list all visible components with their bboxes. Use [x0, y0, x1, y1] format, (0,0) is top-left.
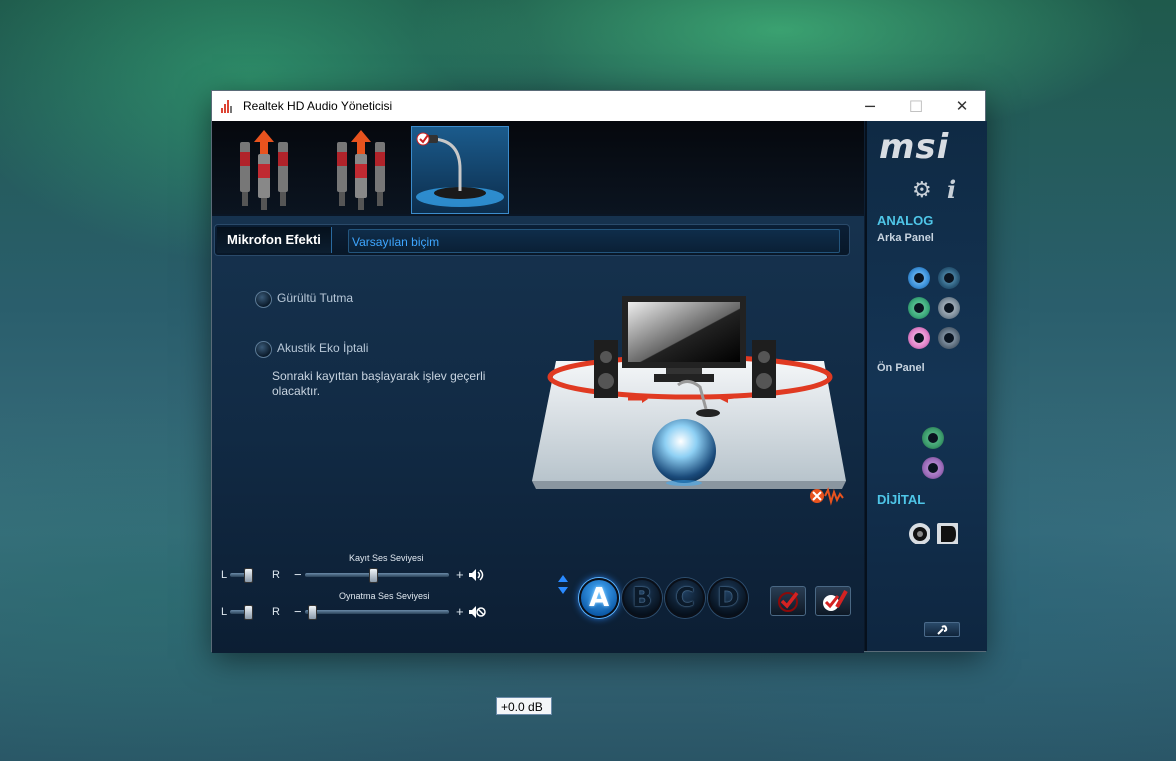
profile-a-button[interactable]: A	[579, 578, 619, 618]
minimize-icon: ─	[865, 96, 875, 116]
settings-wrench-button[interactable]	[924, 622, 960, 637]
realtek-window: Realtek HD Audio Yöneticisi ─ ☐ ✕ Mikrof…	[212, 91, 987, 715]
close-button[interactable]: ✕	[939, 91, 985, 121]
checkmark-icon	[778, 591, 799, 612]
close-icon: ✕	[955, 97, 969, 115]
msi-logo: msi	[879, 127, 950, 167]
record-balance-thumb[interactable]	[244, 568, 253, 583]
rear-jack-gray-2[interactable]	[938, 327, 960, 349]
device-tabs	[212, 121, 864, 214]
rear-jack-blue[interactable]	[908, 267, 930, 289]
front-jack-green[interactable]	[922, 427, 944, 449]
rear-jack-green[interactable]	[908, 297, 930, 319]
db-decrease-icon[interactable]	[557, 586, 569, 595]
noise-suppression-radio[interactable]	[255, 291, 272, 308]
apply-button[interactable]	[770, 586, 806, 616]
playback-left-label: L	[221, 606, 228, 618]
echo-cancel-label: Akustik Eko İptali	[277, 341, 369, 355]
echo-cancel-radio[interactable]	[255, 341, 272, 358]
info-icon[interactable]: i	[947, 175, 956, 204]
front-panel-label: Ön Panel	[877, 362, 925, 374]
playback-minus-label: −	[294, 604, 302, 619]
title-bar: Realtek HD Audio Yöneticisi ─ ☐ ✕	[212, 91, 985, 121]
playback-balance-thumb[interactable]	[244, 605, 253, 620]
sound-effect-logo-icon	[810, 487, 844, 506]
analog-heading: ANALOG	[877, 213, 934, 228]
wrench-icon	[937, 624, 948, 635]
profile-b-button[interactable]: B	[622, 578, 662, 618]
window-title: Realtek HD Audio Yöneticisi	[243, 99, 393, 113]
rear-panel-label: Arka Panel	[877, 232, 934, 244]
content-area: Mikrofon Efekti Varsayılan biçim Gürültü…	[212, 121, 987, 715]
rca-plug-icon	[240, 130, 288, 210]
effects-panel: Mikrofon Efekti Varsayılan biçim Gürültü…	[212, 214, 864, 715]
playback-plus-label: +	[456, 604, 464, 619]
rca-plug-icon	[337, 130, 385, 210]
main-area: Mikrofon Efekti Varsayılan biçim Gürültü…	[212, 121, 864, 715]
playback-right-label: R	[272, 606, 280, 618]
realtek-app-icon	[221, 99, 237, 113]
microphone-icon	[416, 132, 504, 207]
room-illustration	[532, 296, 846, 489]
playback-volume-label: Oynatma Ses Seviyesi	[339, 591, 430, 601]
record-left-label: L	[221, 569, 228, 581]
effect-tab-bar: Mikrofon Efekti Varsayılan biçim	[214, 224, 850, 256]
record-plus-label: +	[456, 567, 464, 582]
maximize-button[interactable]: ☐	[893, 91, 939, 121]
tab-default-format[interactable]: Varsayılan biçim	[348, 229, 840, 253]
maximize-icon: ☐	[908, 96, 924, 116]
digital-heading: DİJİTAL	[877, 492, 926, 507]
tab-default-format-label: Varsayılan biçim	[352, 235, 440, 249]
playback-volume-track[interactable]	[305, 610, 449, 614]
playback-volume-thumb[interactable]	[307, 605, 317, 620]
record-volume-thumb[interactable]	[368, 568, 378, 583]
profile-c-button[interactable]: C	[665, 578, 705, 618]
edit-profile-button[interactable]	[815, 586, 851, 616]
device-tab-microphone[interactable]	[411, 126, 509, 214]
device-tab-line-in-2[interactable]	[313, 126, 409, 212]
record-volume-label: Kayıt Ses Seviyesi	[349, 553, 424, 563]
profile-d-button[interactable]: D	[708, 578, 748, 618]
coaxial-jack-icon[interactable]	[908, 522, 930, 544]
sidebar: msi ⚙ i ANALOG Arka Panel Ön Panel DİJİT…	[865, 121, 987, 651]
optical-jack-icon[interactable]	[936, 522, 958, 544]
device-tab-line-in-1[interactable]	[216, 126, 312, 212]
gear-icon[interactable]: ⚙	[912, 178, 932, 203]
minimize-button[interactable]: ─	[847, 91, 893, 121]
record-minus-label: −	[294, 567, 302, 582]
db-value-field[interactable]: +0.0 dB	[496, 697, 552, 715]
record-right-label: R	[272, 569, 280, 581]
effect-note: Sonraki kayıttan başlayarak işlev geçerl…	[272, 369, 486, 398]
noise-suppression-label: Gürültü Tutma	[277, 291, 354, 305]
rear-jack-gray-1[interactable]	[938, 297, 960, 319]
db-increase-icon[interactable]	[557, 574, 569, 583]
speaker-icon[interactable]	[468, 568, 486, 582]
front-jack-pink[interactable]	[922, 457, 944, 479]
rear-jack-pink[interactable]	[908, 327, 930, 349]
tab-microphone-effect[interactable]: Mikrofon Efekti	[217, 227, 332, 253]
mute-icon[interactable]	[468, 605, 486, 619]
rear-jack-blue-dim[interactable]	[938, 267, 960, 289]
edit-check-icon	[823, 590, 848, 611]
